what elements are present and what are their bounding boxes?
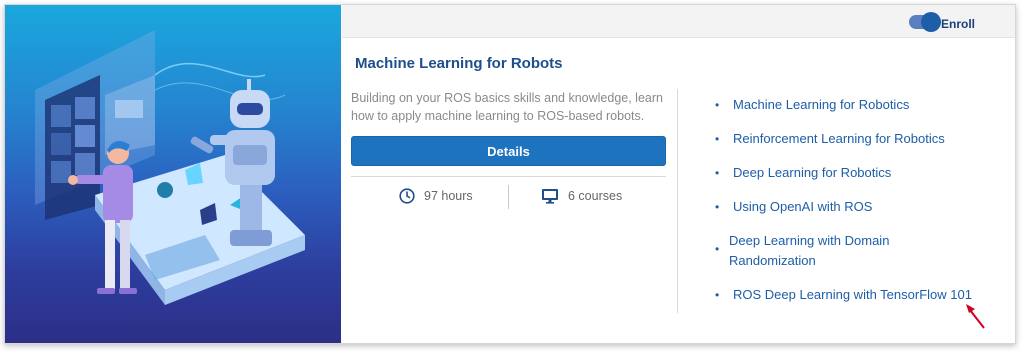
bullet: • [715, 242, 720, 256]
bullet: • [715, 98, 720, 112]
bullet: • [715, 132, 720, 146]
enroll-toggle[interactable] [909, 12, 941, 32]
bullet: • [715, 200, 720, 214]
course-link[interactable]: Reinforcement Learning for Robotics [715, 129, 1005, 149]
courses-text: 6 courses [568, 189, 623, 203]
course-illustration [5, 5, 341, 343]
enroll-label[interactable]: Enroll [941, 17, 975, 31]
list-item[interactable]: • Machine Learning for Robotics [715, 95, 1005, 115]
divider [351, 176, 666, 177]
column-separator [677, 89, 678, 313]
course-count-stat: 6 courses [541, 185, 622, 207]
hours-text: 97 hours [424, 189, 473, 203]
card-header-bar: Enroll [342, 5, 1015, 38]
bullet: • [715, 166, 720, 180]
course-card: Enroll Machine Learning for Robots Build… [4, 4, 1016, 344]
course-link[interactable]: Machine Learning for Robotics [715, 95, 1005, 115]
details-button[interactable]: Details [351, 136, 666, 166]
list-item[interactable]: • Using OpenAI with ROS [715, 197, 1005, 217]
duration-stat: 97 hours [399, 185, 473, 207]
enroll-toggle-knob[interactable] [921, 12, 941, 32]
list-item[interactable]: • Deep Learning for Robotics [715, 163, 1005, 183]
course-link[interactable]: Using OpenAI with ROS [715, 197, 1005, 217]
course-link[interactable]: Deep Learning for Robotics [715, 163, 1005, 183]
course-description: Building on your ROS basics skills and k… [351, 91, 663, 123]
robot-illustration-image [35, 30, 305, 305]
course-link[interactable]: Deep Learning with Domain Randomization [715, 231, 915, 271]
annotation-arrow-icon [966, 304, 985, 329]
course-title: Machine Learning for Robots [355, 55, 563, 72]
list-item[interactable]: • Deep Learning with Domain Randomizatio… [715, 231, 915, 271]
stat-separator [508, 185, 509, 209]
list-item[interactable]: • Reinforcement Learning for Robotics [715, 129, 1005, 149]
monitor-icon [542, 189, 558, 204]
clock-icon [399, 188, 415, 204]
bullet: • [715, 288, 720, 302]
